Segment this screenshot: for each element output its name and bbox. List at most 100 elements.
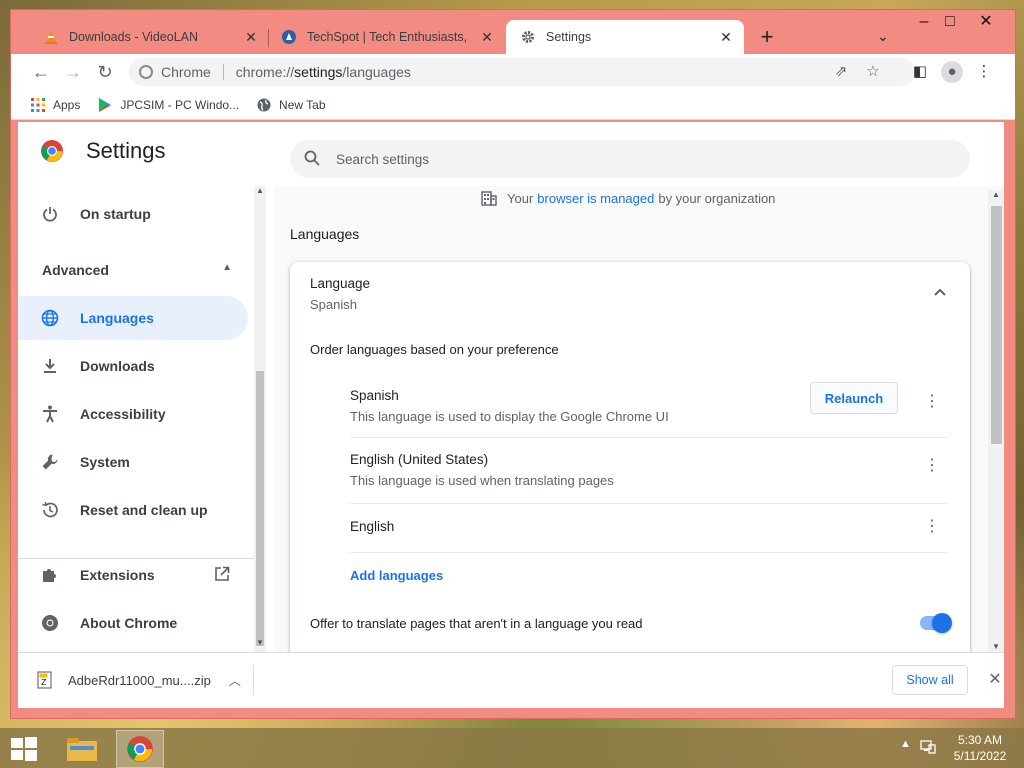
chevron-up-icon[interactable] — [930, 284, 950, 304]
section-title: Languages — [290, 226, 360, 242]
sidebar-item-label: On startup — [80, 206, 151, 222]
sidebar-item-label: Reset and clean up — [80, 502, 208, 518]
more-actions-kebab-icon[interactable]: ⋮ — [922, 517, 942, 537]
apps-grid-icon — [31, 97, 45, 112]
side-panel-icon[interactable]: ◧ — [909, 61, 931, 83]
sidebar-item-downloads[interactable]: Downloads — [18, 344, 248, 388]
sidebar-item-reset[interactable]: Reset and clean up — [18, 488, 248, 532]
download-item[interactable]: Z AdbeRdr11000_mu....zip ︿ — [36, 665, 254, 695]
share-icon[interactable]: ⇗ — [831, 62, 851, 82]
bookmark-star-icon[interactable]: ☆ — [863, 62, 883, 82]
tab-search-chevron-icon[interactable]: ⌄ — [877, 28, 895, 46]
play-store-icon — [98, 97, 112, 112]
tab-techspot[interactable]: TechSpot | Tech Enthusiasts, Pow ✕ — [267, 20, 505, 54]
close-icon[interactable]: ✕ — [986, 671, 1004, 689]
scroll-down-arrow-icon[interactable]: ▼ — [988, 642, 1004, 652]
sidebar-item-label: About Chrome — [80, 615, 178, 631]
sidebar-item-accessibility[interactable]: Accessibility — [18, 392, 248, 436]
chrome-icon — [40, 613, 60, 633]
tab-videolan[interactable]: Downloads - VideoLAN ✕ — [29, 20, 269, 54]
language-row-spanish: Spanish This language is used to display… — [350, 382, 948, 438]
chrome-logo-icon — [41, 140, 63, 162]
forward-button[interactable]: → — [61, 60, 85, 84]
chevron-up-icon[interactable]: ︿ — [229, 672, 241, 689]
order-languages-label: Order languages based on your preference — [310, 342, 559, 357]
globe-icon — [257, 98, 271, 112]
language-description: This language is used when translating p… — [350, 473, 614, 488]
clock-date: 5/11/2022 — [953, 749, 1007, 763]
tab-settings[interactable]: Settings ✕ — [506, 20, 744, 54]
settings-page: Settings On startup Advanced ▲ Languages… — [18, 122, 1004, 652]
download-icon — [40, 356, 60, 376]
scroll-down-arrow-icon[interactable]: ▼ — [254, 638, 266, 650]
managed-notice: Your browser is managed by your organiza… — [481, 190, 775, 206]
open-in-new-icon[interactable] — [214, 566, 230, 585]
close-icon[interactable]: ✕ — [718, 29, 734, 45]
gear-icon — [520, 29, 536, 45]
search-input[interactable]: Search settings — [290, 140, 970, 178]
close-window-button[interactable]: ✕ — [969, 12, 1003, 34]
building-icon — [481, 190, 497, 206]
bookmark-label: Apps — [53, 97, 81, 112]
site-info-chip[interactable]: Chrome — [129, 64, 211, 80]
sidebar-item-label: System — [80, 454, 130, 470]
more-actions-kebab-icon[interactable]: ⋮ — [922, 392, 942, 412]
bookmark-jpcsim[interactable]: JPCSIM - PC Windo... — [98, 97, 240, 112]
windows-start-icon[interactable] — [10, 736, 38, 762]
more-actions-kebab-icon[interactable]: ⋮ — [922, 456, 942, 476]
bookmark-new-tab[interactable]: New Tab — [257, 97, 326, 112]
browser-managed-link[interactable]: browser is managed — [537, 191, 654, 206]
menu-kebab-icon[interactable]: ⋮ — [973, 61, 995, 83]
search-placeholder: Search settings — [336, 151, 430, 167]
scroll-up-arrow-icon[interactable]: ▲ — [254, 186, 266, 198]
system-clock[interactable]: 5:30 AM 5/11/2022 — [940, 732, 1020, 764]
wrench-icon — [40, 452, 60, 472]
sidebar-item-extensions[interactable]: Extensions — [18, 553, 254, 597]
sidebar-item-system[interactable]: System — [18, 440, 248, 484]
sidebar-item-languages[interactable]: Languages — [18, 296, 248, 340]
page-title: Settings — [40, 138, 166, 164]
close-icon[interactable]: ✕ — [479, 29, 495, 45]
tab-strip: Downloads - VideoLAN ✕ TechSpot | Tech E… — [11, 10, 1015, 54]
back-button[interactable]: ← — [29, 60, 53, 84]
tray-caret-icon[interactable]: ▲ — [900, 738, 911, 750]
reload-button[interactable]: ↻ — [93, 60, 117, 84]
scrollbar-thumb[interactable] — [991, 206, 1002, 444]
scroll-up-arrow-icon[interactable]: ▲ — [988, 190, 1004, 202]
language-header[interactable]: Language Spanish — [310, 276, 370, 312]
accessibility-icon — [40, 404, 60, 424]
chrome-taskbar-icon[interactable] — [116, 730, 164, 768]
scrollbar-thumb[interactable] — [256, 371, 264, 646]
bookmark-label: JPCSIM - PC Windo... — [120, 97, 240, 112]
bookmarks-bar: Apps JPCSIM - PC Windo... New Tab — [11, 90, 1015, 120]
tab-label: Downloads - VideoLAN — [69, 30, 199, 44]
new-tab-button[interactable]: + — [756, 26, 778, 49]
url-text[interactable]: chrome://settings/languages — [236, 64, 411, 80]
site-label: Chrome — [161, 64, 211, 80]
add-languages-button[interactable]: Add languages — [350, 568, 443, 583]
show-all-button[interactable]: Show all — [892, 665, 968, 695]
file-explorer-icon[interactable] — [58, 730, 106, 768]
main-scrollbar[interactable]: ▲ ▼ — [988, 190, 1004, 652]
network-icon[interactable] — [920, 738, 936, 757]
offer-translate-label: Offer to translate pages that aren't in … — [310, 616, 643, 631]
svg-text:Z: Z — [41, 678, 47, 687]
history-icon — [40, 500, 60, 520]
bookmark-apps[interactable]: Apps — [31, 97, 81, 112]
tab-label: TechSpot | Tech Enthusiasts, Pow — [307, 30, 471, 44]
languages-card: Language Spanish Order languages based o… — [290, 262, 970, 652]
close-icon[interactable]: ✕ — [243, 29, 259, 45]
sidebar-item-on-startup[interactable]: On startup — [18, 192, 248, 236]
sidebar-scrollbar[interactable]: ▲ ▼ — [254, 186, 266, 652]
bookmark-label: New Tab — [279, 97, 326, 112]
maximize-button[interactable]: □ — [933, 12, 967, 34]
profile-avatar[interactable]: ● — [941, 61, 963, 83]
relaunch-button[interactable]: Relaunch — [810, 382, 898, 414]
sidebar-item-about[interactable]: About Chrome — [18, 601, 248, 645]
language-row-english: English ⋮ — [350, 517, 948, 553]
address-bar[interactable]: Chrome chrome://settings/languages ⇗ ☆ — [129, 58, 915, 86]
language-heading: Language — [310, 276, 371, 291]
sidebar-advanced-toggle[interactable]: Advanced ▲ — [42, 262, 232, 278]
sidebar-item-label: Downloads — [80, 358, 155, 374]
offer-translate-toggle[interactable] — [920, 613, 952, 633]
